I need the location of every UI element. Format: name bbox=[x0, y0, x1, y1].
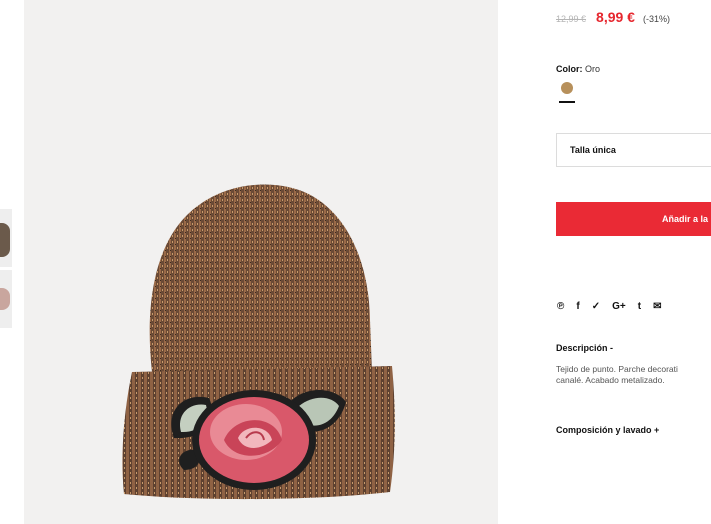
description-toggle[interactable]: Descripción - bbox=[556, 343, 613, 353]
discount-badge: (-31%) bbox=[642, 14, 670, 24]
composition-toggle[interactable]: Composición y lavado + bbox=[556, 425, 659, 435]
add-to-cart-label: Añadir a la bbox=[662, 214, 709, 224]
old-price: 12,99 € bbox=[556, 14, 587, 24]
thumbnail-1[interactable] bbox=[0, 209, 12, 267]
twitter-icon[interactable]: ✓ bbox=[592, 301, 600, 313]
current-price: 8,99 € bbox=[596, 9, 635, 25]
description-text: Tejido de punto. Parche decorati canalé.… bbox=[556, 364, 711, 386]
product-main-image[interactable] bbox=[24, 0, 498, 524]
price-row: 12,99 € 8,99 € (-31%) bbox=[556, 9, 670, 25]
color-swatch-oro[interactable] bbox=[561, 82, 573, 94]
share-icons: ℗ f ✓ G+ t ✉ bbox=[557, 301, 673, 313]
color-label: Color: Oro bbox=[556, 64, 600, 74]
thumbnail-image bbox=[0, 288, 10, 310]
description-line-2: canalé. Acabado metalizado. bbox=[556, 375, 665, 385]
add-to-cart-button[interactable]: Añadir a la bbox=[556, 202, 711, 236]
size-select[interactable]: Talla única bbox=[556, 133, 711, 167]
tumblr-icon[interactable]: t bbox=[638, 301, 641, 313]
beanie-illustration bbox=[122, 184, 395, 500]
description-line-1: Tejido de punto. Parche decorati bbox=[556, 364, 678, 374]
color-label-title: Color: bbox=[556, 64, 583, 74]
product-info-panel: 12,99 € 8,99 € (-31%) Color: Oro Talla ú… bbox=[556, 0, 711, 524]
google-plus-icon[interactable]: G+ bbox=[612, 301, 626, 313]
swatch-selected-indicator bbox=[559, 101, 575, 103]
email-icon[interactable]: ✉ bbox=[653, 301, 661, 313]
pinterest-icon[interactable]: ℗ bbox=[557, 301, 564, 313]
thumbnail-2[interactable] bbox=[0, 270, 12, 328]
beanie-crown bbox=[149, 184, 372, 372]
color-value: Oro bbox=[585, 64, 601, 74]
size-select-value: Talla única bbox=[570, 145, 616, 155]
facebook-icon[interactable]: f bbox=[576, 301, 579, 313]
thumbnail-strip bbox=[0, 0, 14, 524]
thumbnail-image bbox=[0, 223, 10, 257]
